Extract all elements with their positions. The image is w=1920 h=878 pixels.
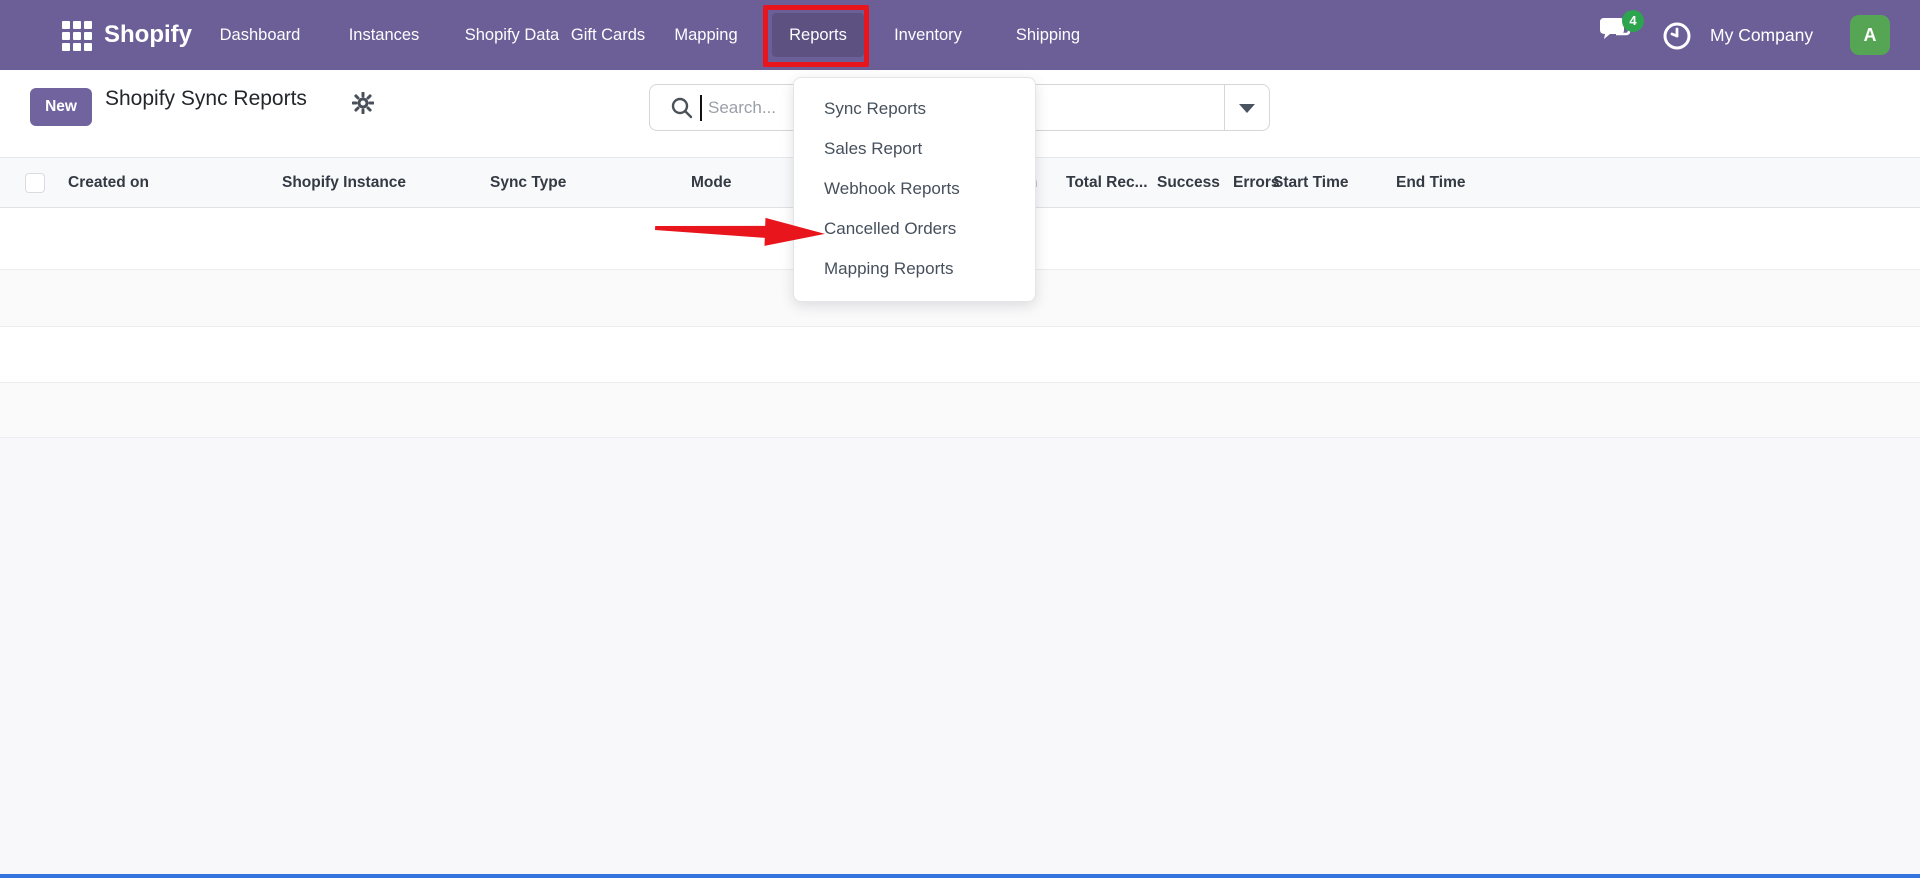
- column-end-time[interactable]: End Time: [1396, 158, 1465, 208]
- column-sync-type[interactable]: Sync Type: [490, 158, 566, 208]
- nav-item-shipping[interactable]: Shipping: [1000, 13, 1096, 57]
- content-background: [0, 438, 1920, 874]
- menu-item-sync-reports[interactable]: Sync Reports: [794, 89, 1035, 129]
- new-button[interactable]: New: [30, 88, 92, 126]
- messages-count-badge: 4: [1622, 10, 1644, 32]
- nav-item-instances[interactable]: Instances: [338, 13, 430, 57]
- search-options-toggle[interactable]: [1224, 85, 1269, 130]
- reports-dropdown-menu: Sync Reports Sales Report Webhook Report…: [793, 77, 1036, 302]
- company-switcher[interactable]: My Company: [1710, 0, 1813, 70]
- chevron-down-icon: [1239, 104, 1255, 113]
- user-avatar[interactable]: A: [1850, 15, 1890, 55]
- nav-item-reports[interactable]: Reports: [772, 13, 864, 57]
- column-shopify-instance[interactable]: Shopify Instance: [282, 158, 406, 208]
- table-row: [0, 383, 1920, 438]
- apps-grid-icon[interactable]: [62, 21, 92, 51]
- menu-item-cancelled-orders[interactable]: Cancelled Orders: [794, 209, 1035, 249]
- top-navigation-bar: Shopify Dashboard Instances Shopify Data…: [0, 0, 1920, 70]
- menu-item-webhook-reports[interactable]: Webhook Reports: [794, 169, 1035, 209]
- table-row: [0, 327, 1920, 383]
- nav-item-dashboard[interactable]: Dashboard: [204, 13, 316, 57]
- column-created-on[interactable]: Created on: [68, 158, 149, 208]
- column-start-time[interactable]: Start Time: [1273, 158, 1349, 208]
- bottom-edge-strip: [0, 874, 1920, 878]
- select-all-checkbox[interactable]: [25, 173, 45, 193]
- menu-item-mapping-reports[interactable]: Mapping Reports: [794, 249, 1035, 289]
- nav-item-shopify-data[interactable]: Shopify Data: [452, 13, 572, 57]
- nav-item-mapping[interactable]: Mapping: [660, 13, 752, 57]
- nav-item-inventory[interactable]: Inventory: [876, 13, 980, 57]
- column-total-records[interactable]: Total Rec...: [1066, 158, 1148, 208]
- activities-clock-icon[interactable]: [1662, 21, 1692, 51]
- messages-icon[interactable]: 4: [1596, 10, 1648, 56]
- text-cursor: [700, 95, 702, 121]
- page-title: Shopify Sync Reports: [105, 87, 307, 110]
- column-success[interactable]: Success: [1157, 158, 1220, 208]
- actions-gear-icon[interactable]: [351, 91, 375, 115]
- column-mode[interactable]: Mode: [691, 158, 731, 208]
- menu-item-sales-report[interactable]: Sales Report: [794, 129, 1035, 169]
- search-icon: [670, 96, 694, 120]
- app-brand-title[interactable]: Shopify: [104, 0, 192, 70]
- nav-item-gift-cards[interactable]: Gift Cards: [556, 13, 660, 57]
